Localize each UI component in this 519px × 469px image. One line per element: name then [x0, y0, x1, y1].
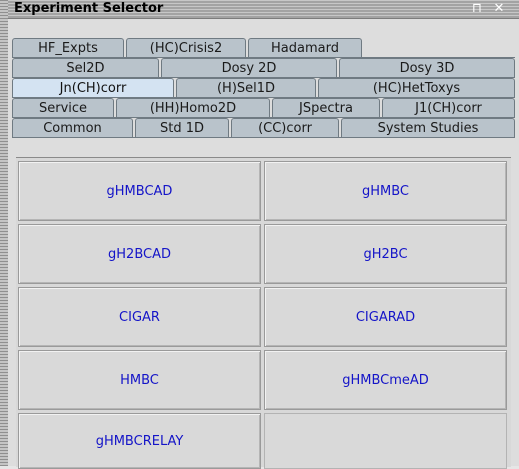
tab-jn-ch-corr[interactable]: Jn(CH)corr	[12, 78, 174, 98]
experiment-button-gh2bc[interactable]: gH2BC	[264, 224, 507, 284]
tab-std-1d[interactable]: Std 1D	[135, 118, 229, 138]
window-title: Experiment Selector	[14, 1, 164, 16]
experiment-button-hmbc[interactable]: HMBC	[18, 350, 261, 410]
tab-service[interactable]: Service	[12, 98, 114, 118]
tab-hh-homo2d[interactable]: (HH)Homo2D	[116, 98, 270, 118]
tab-sel2d[interactable]: Sel2D	[12, 58, 159, 78]
tab-cc-corr[interactable]: (CC)corr	[231, 118, 339, 138]
experiment-grid: gHMBCAD gHMBC gH2BCAD gH2BC CIGAR CIGARA…	[16, 157, 511, 469]
title-bar[interactable]: Experiment Selector ⊓ ✕	[8, 0, 519, 19]
tab-common[interactable]: Common	[12, 118, 133, 138]
tab-j1-ch-corr[interactable]: J1(CH)corr	[382, 98, 515, 118]
experiment-button-cigarad[interactable]: CIGARAD	[264, 287, 507, 347]
tab-hf-expts[interactable]: HF_Expts	[12, 38, 124, 58]
experiment-button-ghmbc[interactable]: gHMBC	[264, 161, 507, 221]
experiment-selector-panel: Experiment Selector ⊓ ✕ HF_Expts (HC)Cri…	[8, 0, 519, 469]
experiment-button-ghmbcad[interactable]: gHMBCAD	[18, 161, 261, 221]
tab-strip: HF_Expts (HC)Crisis2 Hadamard Sel2D Dosy…	[8, 19, 519, 157]
tab-h-sel1d[interactable]: (H)Sel1D	[176, 78, 316, 98]
experiment-button-gh2bcad[interactable]: gH2BCAD	[18, 224, 261, 284]
tab-dosy-3d[interactable]: Dosy 3D	[339, 58, 515, 78]
close-icon[interactable]: ✕	[491, 0, 507, 18]
experiment-button-ghmbcrelay[interactable]: gHMBCRELAY	[18, 413, 261, 469]
pin-icon[interactable]: ⊓	[469, 0, 485, 18]
tab-hadamard[interactable]: Hadamard	[248, 38, 362, 58]
tab-dosy-2d[interactable]: Dosy 2D	[161, 58, 337, 78]
experiment-button-cigar[interactable]: CIGAR	[18, 287, 261, 347]
dock-grip[interactable]	[0, 0, 8, 466]
empty-grid-cell	[264, 413, 507, 469]
experiment-button-ghmbcmead[interactable]: gHMBCmeAD	[264, 350, 507, 410]
tab-hc-hettoxys[interactable]: (HC)HetToxys	[318, 78, 515, 98]
tab-hc-crisis2[interactable]: (HC)Crisis2	[126, 38, 246, 58]
tab-system-studies[interactable]: System Studies	[341, 118, 515, 138]
tab-jspectra[interactable]: JSpectra	[272, 98, 380, 118]
